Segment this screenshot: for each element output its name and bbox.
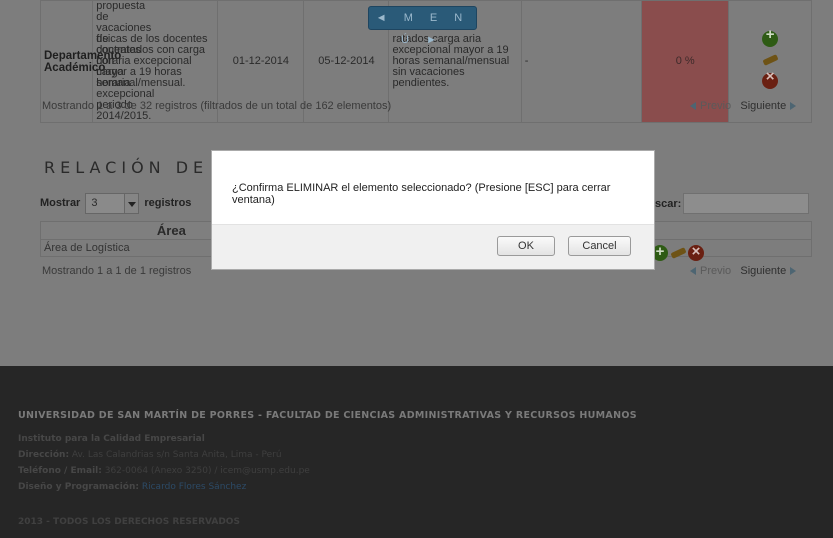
address-value: Av. Las Calandrias s/n Santa Anita, Lima… [71,450,282,460]
contact-value: 362-0064 (Anexo 3250) / icem@usmp.edu.pe [104,466,310,476]
page-length-control: Mostrar 3 registros [40,192,191,214]
progress-percent: 0 % [675,55,695,67]
footer-contact: Teléfono / Email: 362-0064 (Anexo 3250) … [18,466,310,476]
confirm-delete-dialog: ¿Confirma ELIMINAR el elemento seleccion… [211,150,655,270]
column-header-label: Área [156,223,186,238]
footer-title: UNIVERSIDAD DE SAN MARTÍN DE PORRES - FA… [18,410,637,421]
pagination: Previo Siguiente [690,100,797,112]
area-name: Área de Logística [44,242,130,254]
arrow-right-icon [790,102,797,111]
address-label: Dirección: [18,450,70,460]
add-icon[interactable] [762,29,779,47]
previous-label: Previo [700,265,732,277]
footer-copyright: 2013 - TODOS LOS DERECHOS RESERVADOS [18,517,240,527]
footer-institute: Instituto para la Calidad Empresarial [18,434,205,444]
table-info-text: Mostrando 1 a 1 de 1 registros [42,265,192,277]
menu-toggle-button[interactable]: ◄ M E N Ú ► [368,6,477,46]
institute-name: Instituto para la Calidad Empresarial [18,434,205,444]
next-label: Siguiente [740,265,787,277]
next-label: Siguiente [740,100,787,112]
observation-text: - [524,55,529,67]
previous-page-link[interactable]: Previo [690,100,731,112]
table-info-text: Mostrando 1 a 3 de 32 registros (filtrad… [42,100,392,112]
length-label-post: registros [144,197,192,209]
pagination: Previo Siguiente [690,265,797,277]
search-input[interactable] [683,193,809,214]
edit-icon[interactable] [670,245,686,261]
search-label: scar: [655,198,682,210]
ok-button[interactable]: OK [497,236,555,256]
row-actions [652,243,704,262]
next-page-link[interactable]: Siguiente [740,265,797,277]
description-text: físicas de los docentes contratados con … [96,33,208,89]
footer-address: Dirección: Av. Las Calandrias s/n Santa … [18,450,282,460]
footer-credits: Diseño y Programación: Ricardo Flores Sá… [18,482,246,492]
edit-icon[interactable] [762,52,778,68]
footer: UNIVERSIDAD DE SAN MARTÍN DE PORRES - FA… [0,366,833,538]
observation-cell: - [520,0,642,123]
end-date: 05-12-2014 [318,55,375,67]
next-page-link[interactable]: Siguiente [740,100,797,112]
delete-icon[interactable] [688,243,704,261]
previous-page-link[interactable]: Previo [690,265,731,277]
contact-label: Teléfono / Email: [18,466,102,476]
length-label-pre: Mostrar [40,197,81,209]
cancel-button[interactable]: Cancel [568,236,631,256]
page-length-select[interactable]: 3 [85,192,140,214]
arrow-left-icon [690,267,696,276]
arrow-left-icon [690,102,696,111]
chevron-down-icon [124,193,139,213]
credits-link[interactable]: Ricardo Flores Sánchez [142,482,246,492]
credits-label: Diseño y Programación: [18,482,139,492]
previous-label: Previo [700,100,732,112]
page-length-value: 3 [91,196,98,209]
start-date: 01-12-2014 [232,55,289,67]
dialog-message: ¿Confirma ELIMINAR el elemento seleccion… [232,182,611,206]
arrow-right-icon [790,267,797,276]
delete-icon[interactable] [762,71,779,89]
